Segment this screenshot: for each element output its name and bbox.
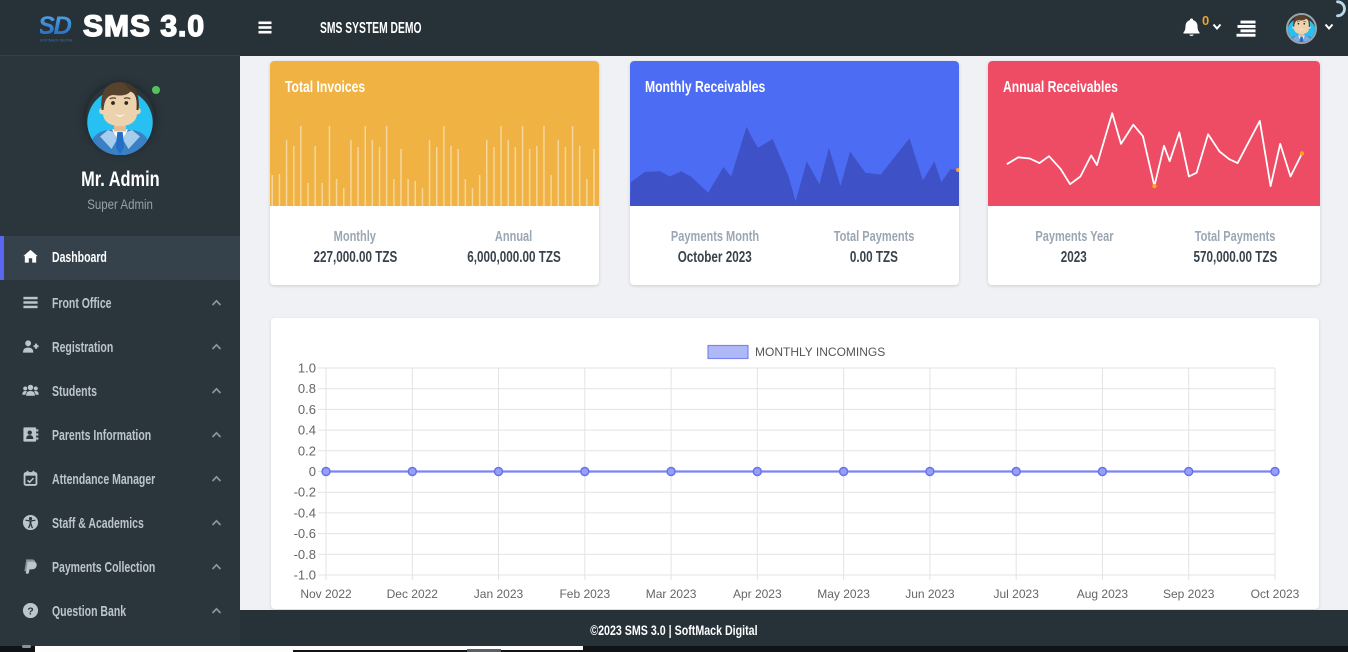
svg-text:SOFTMACK DIGITAL: SOFTMACK DIGITAL	[40, 39, 73, 43]
svg-text:Oct 2023: Oct 2023	[1251, 587, 1300, 601]
svg-text:0.4: 0.4	[298, 423, 316, 438]
svg-text:-0.6: -0.6	[294, 526, 316, 541]
svg-text:Feb 2023: Feb 2023	[559, 587, 610, 601]
svg-text:Jun 2023: Jun 2023	[905, 587, 955, 601]
svg-text:Nov 2022: Nov 2022	[300, 587, 352, 601]
svg-text:-0.4: -0.4	[294, 505, 316, 520]
svg-text:Sep 2023: Sep 2023	[1163, 587, 1215, 601]
svg-text:-0.8: -0.8	[294, 547, 316, 562]
svg-text:Apr 2023: Apr 2023	[733, 587, 782, 601]
svg-text:Mar 2023: Mar 2023	[646, 587, 697, 601]
svg-text:Dec 2022: Dec 2022	[387, 587, 439, 601]
svg-text:0.6: 0.6	[298, 402, 316, 417]
svg-text:0: 0	[309, 464, 316, 479]
svg-text:Aug 2023: Aug 2023	[1077, 587, 1129, 601]
svg-text:SD: SD	[40, 14, 72, 40]
svg-text:-1.0: -1.0	[294, 568, 316, 583]
svg-text:?: ?	[27, 606, 33, 617]
svg-text:1.0: 1.0	[298, 361, 316, 376]
svg-text:-0.2: -0.2	[294, 485, 316, 500]
svg-text:Jan 2023: Jan 2023	[474, 587, 524, 601]
svg-text:0.2: 0.2	[298, 443, 316, 458]
svg-text:May 2023: May 2023	[817, 587, 870, 601]
svg-text:MONTHLY INCOMINGS: MONTHLY INCOMINGS	[755, 345, 885, 359]
svg-text:Jul 2023: Jul 2023	[994, 587, 1040, 601]
svg-text:0.8: 0.8	[298, 381, 316, 396]
